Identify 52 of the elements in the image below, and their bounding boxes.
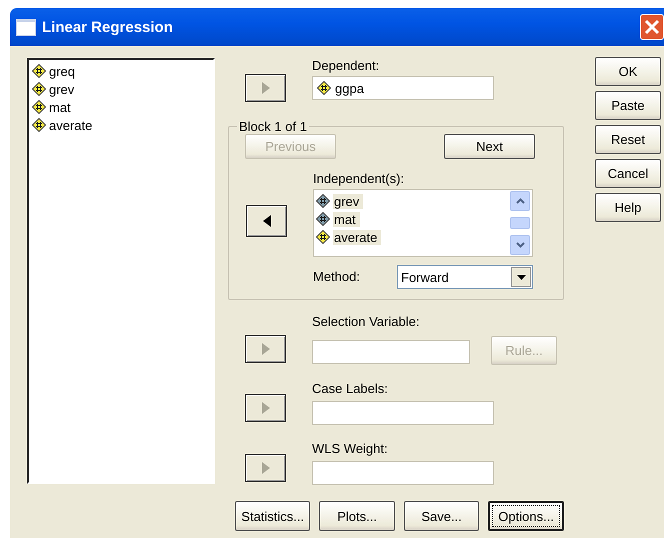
right-triangle-icon [262,343,270,355]
scroll-up-button[interactable] [510,191,530,211]
dialog-button[interactable]: Options... [488,501,564,531]
dependent-field[interactable]: ggpa [312,76,494,100]
diamond-icon [32,64,46,78]
close-button[interactable] [640,14,664,40]
case-labels-field[interactable] [312,401,494,425]
chevron-up-icon [516,198,524,204]
diamond-icon [32,100,46,114]
right-triangle-icon [262,82,270,94]
dialog-button[interactable]: Save... [404,501,480,531]
right-triangle-icon [262,402,270,414]
diamond-icon [32,118,46,132]
field-label: Dependent: [312,58,380,74]
dialog-button[interactable]: Paste [595,91,661,120]
group-title: Block 1 of 1 [238,119,308,134]
left-triangle-icon [262,215,270,227]
variable-item[interactable]: mat [32,98,210,116]
window-icon [16,18,36,36]
caret-icon [516,274,526,280]
variable-item[interactable]: grev [32,80,210,98]
independents-list[interactable]: grev mat averate [313,189,533,257]
next-button[interactable]: Next [444,134,535,159]
variable-item[interactable]: greq [32,62,210,80]
variable-list[interactable]: greq grev mat averate [27,58,215,484]
dialog-button[interactable]: Statistics... [235,501,310,531]
dialog-button[interactable]: Cancel [595,159,661,188]
diamond-icon [32,82,46,96]
close-icon [643,18,661,36]
method-dropdown[interactable]: Forward [397,265,533,289]
field-label: Independent(s): [313,171,406,187]
dialog-button[interactable]: Plots... [319,501,395,531]
wls-weight-field[interactable] [312,461,494,485]
field-label: WLS Weight: [312,441,389,457]
diamond-icon [316,194,330,208]
diamond-icon [316,230,330,244]
chevron-down-icon [516,242,524,248]
move-button[interactable] [246,205,287,237]
window-title: Linear Regression [42,18,174,36]
scroll-thumb[interactable] [510,217,530,229]
field-label: Selection Variable: [312,314,420,330]
diamond-icon [317,81,331,95]
dialog-button[interactable]: OK [595,57,661,86]
diamond-icon [316,212,330,226]
selection-variable-field[interactable] [312,340,470,364]
variable-item[interactable]: averate [32,116,210,134]
right-triangle-icon [262,462,270,474]
field-label: Case Labels: [312,381,389,397]
dialog-button[interactable]: Help [595,193,661,222]
scroll-down-button[interactable] [510,235,530,255]
method-label: Method: [313,269,361,285]
dialog-button[interactable]: Reset [595,125,661,154]
